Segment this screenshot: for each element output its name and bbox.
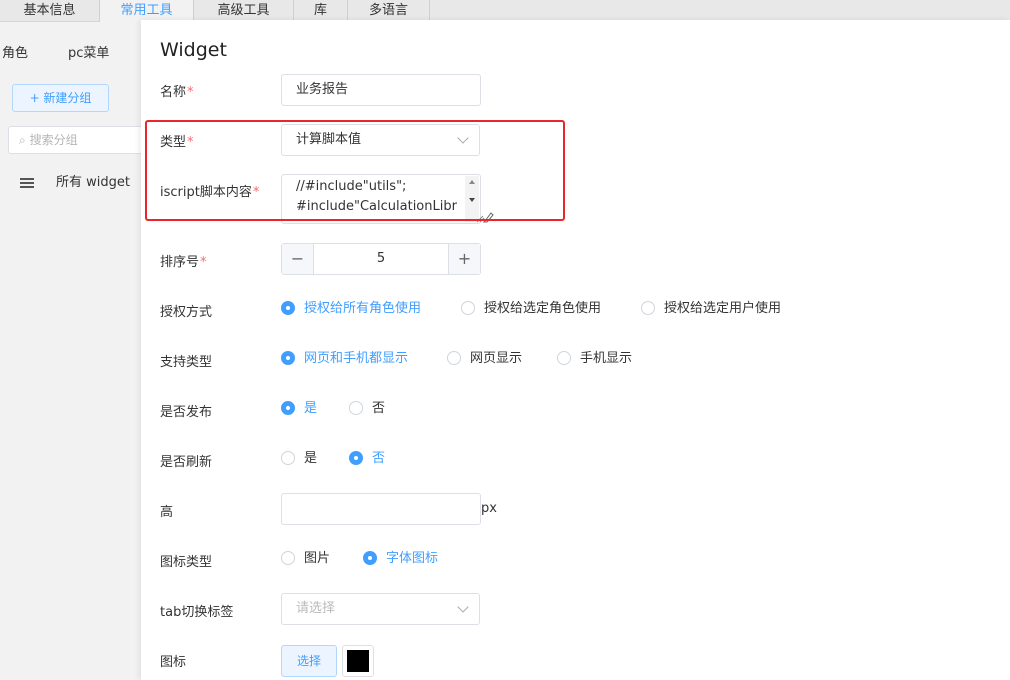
tab-common-tools[interactable]: 常用工具 — [100, 0, 194, 22]
height-label: 高 — [160, 505, 174, 520]
menu-icon — [20, 176, 34, 190]
refresh-label: 是否刷新 — [160, 455, 213, 470]
tab-switch-placeholder: 请选择 — [296, 601, 336, 616]
order-value[interactable]: 5 — [314, 244, 448, 274]
radio-support-both[interactable]: 网页和手机都显示 — [281, 350, 408, 367]
radio-auth-selected-users[interactable]: 授权给选定用户使用 — [641, 300, 781, 317]
icon-type-label: 图标类型 — [160, 555, 213, 570]
radio-auth-selected-roles[interactable]: 授权给选定角色使用 — [461, 300, 601, 317]
radio-auth-all-roles[interactable]: 授权给所有角色使用 — [281, 300, 421, 317]
search-placeholder: 搜索分组 — [29, 133, 78, 147]
color-swatch-fill — [347, 650, 369, 672]
color-picker[interactable] — [342, 645, 374, 677]
radio-publish-yes[interactable]: 是 — [281, 400, 317, 417]
tab-library[interactable]: 库 — [294, 0, 348, 22]
radio-refresh-no[interactable]: 否 — [349, 450, 385, 467]
radio-icon-font[interactable]: 字体图标 — [363, 550, 438, 567]
tree-item-label: 所有 widget — [56, 175, 130, 190]
name-input[interactable]: 业务报告 — [281, 74, 481, 106]
order-stepper[interactable]: − 5 + — [281, 243, 481, 275]
icon-select-button[interactable]: 选择 — [281, 645, 337, 677]
highlight-box — [145, 120, 565, 221]
decrement-button[interactable]: − — [282, 244, 314, 274]
search-icon: ⌕ — [19, 133, 26, 147]
radio-support-web[interactable]: 网页显示 — [447, 350, 522, 367]
radio-publish-no[interactable]: 否 — [349, 400, 385, 417]
order-label: 排序号* — [160, 255, 207, 270]
support-label: 支持类型 — [160, 355, 213, 370]
auth-label: 授权方式 — [160, 305, 213, 320]
publish-label: 是否发布 — [160, 405, 213, 420]
tree-item-all-widget[interactable]: 所有 widget — [20, 172, 130, 194]
new-group-button[interactable]: + 新建分组 — [12, 84, 109, 112]
radio-refresh-yes[interactable]: 是 — [281, 450, 317, 467]
search-group-input[interactable]: ⌕ 搜索分组 — [8, 126, 148, 154]
top-tab-bar: 基本信息 常用工具 高级工具 库 多语言 — [0, 0, 1010, 22]
chevron-down-icon — [457, 601, 469, 613]
height-unit: px — [481, 501, 497, 516]
dialog-title: Widget — [160, 39, 227, 61]
radio-icon-image[interactable]: 图片 — [281, 550, 330, 567]
radio-support-mobile[interactable]: 手机显示 — [557, 350, 632, 367]
name-label: 名称* — [160, 85, 194, 100]
tab-switch-label: tab切换标签 — [160, 605, 234, 620]
tab-basic-info[interactable]: 基本信息 — [0, 0, 100, 22]
tab-multilanguage[interactable]: 多语言 — [348, 0, 430, 22]
height-input[interactable] — [281, 493, 481, 525]
increment-button[interactable]: + — [448, 244, 480, 274]
subnav-pc-menu[interactable]: pc菜单 — [68, 42, 109, 61]
tab-advanced-tools[interactable]: 高级工具 — [194, 0, 294, 22]
widget-dialog: Widget 名称* 业务报告 类型* 计算脚本值 iscript脚本内容* /… — [141, 20, 1010, 680]
subnav-role[interactable]: 角色 — [2, 42, 28, 61]
icon-label: 图标 — [160, 655, 187, 670]
tab-switch-select[interactable]: 请选择 — [281, 593, 480, 625]
